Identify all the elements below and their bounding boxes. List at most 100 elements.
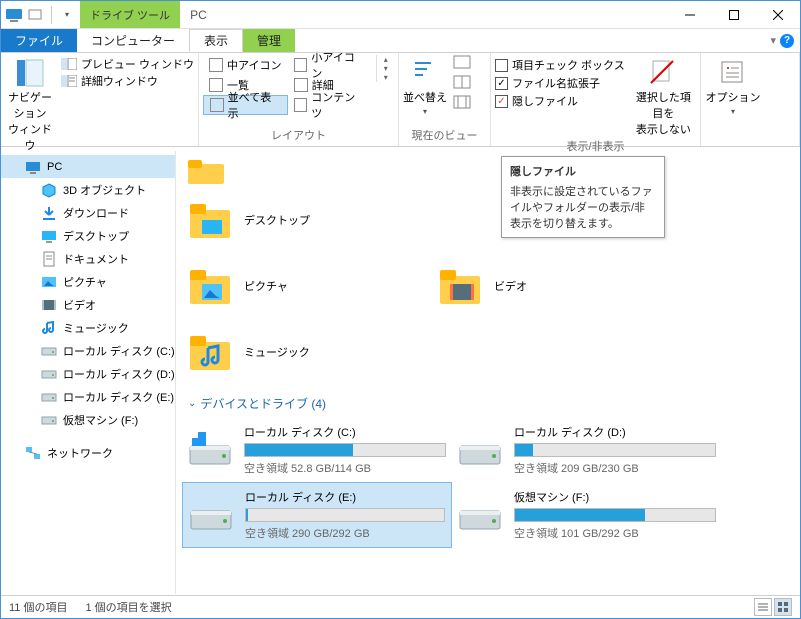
- desktop-icon: [41, 228, 57, 244]
- item-checkboxes-toggle[interactable]: 項目チェック ボックス: [495, 57, 625, 73]
- view-content[interactable]: コンテンツ: [288, 95, 371, 115]
- view-tiles[interactable]: 並べて表示: [203, 95, 288, 115]
- maximize-button[interactable]: [712, 1, 756, 29]
- nav-music[interactable]: ミュージック: [1, 316, 175, 339]
- qat-icon[interactable]: [27, 6, 45, 24]
- nav-local-d[interactable]: ローカル ディスク (D:): [1, 362, 175, 385]
- navigation-pane-button[interactable]: ナビゲーション ウィンドウ ▾: [5, 55, 55, 164]
- options-icon: [719, 59, 747, 87]
- tab-view[interactable]: 表示: [189, 29, 243, 52]
- divider: [51, 6, 52, 24]
- details-pane-button[interactable]: 詳細ウィンドウ: [61, 73, 194, 89]
- drive-tile[interactable]: ローカル ディスク (E:) 空き領域 290 GB/292 GB: [182, 482, 452, 548]
- nav-pc[interactable]: PC: [1, 155, 175, 178]
- drive-free-space: 空き領域 209 GB/230 GB: [514, 460, 716, 476]
- hidden-files-toggle[interactable]: 隠しファイル: [495, 93, 625, 109]
- nav-documents[interactable]: ドキュメント: [1, 247, 175, 270]
- folder-icon: [186, 328, 234, 376]
- picture-icon: [41, 274, 57, 290]
- drive-free-space: 空き領域 52.8 GB/114 GB: [244, 460, 446, 476]
- view-medium-icons[interactable]: 中アイコン: [203, 55, 288, 75]
- tab-manage[interactable]: 管理: [243, 29, 295, 52]
- drive-name: ローカル ディスク (D:): [514, 424, 716, 440]
- drive-usage-meter: [244, 443, 446, 457]
- nav-local-c[interactable]: ローカル ディスク (C:): [1, 339, 175, 362]
- drive-name: 仮想マシン (F:): [514, 489, 716, 505]
- window-title: PC: [180, 8, 207, 22]
- nav-videos[interactable]: ビデオ: [1, 293, 175, 316]
- folder-icon: [186, 196, 234, 244]
- pc-icon: [5, 6, 23, 24]
- nav-pictures[interactable]: ピクチャ: [1, 270, 175, 293]
- drive-icon: [458, 497, 502, 533]
- nav-3d-objects[interactable]: 3D オブジェクト: [1, 178, 175, 201]
- ribbon-group-label-layout: レイアウト: [203, 126, 394, 144]
- folder-tile-music[interactable]: ミュージック: [182, 319, 432, 385]
- tab-computer[interactable]: コンピューター: [77, 29, 189, 52]
- folder-tile[interactable]: [182, 157, 432, 187]
- document-icon: [41, 251, 57, 267]
- view-small-icons[interactable]: 小アイコン: [288, 55, 371, 75]
- status-view-details[interactable]: [754, 598, 772, 616]
- preview-pane-button[interactable]: プレビュー ウィンドウ: [61, 56, 194, 72]
- close-button[interactable]: [756, 1, 800, 29]
- nav-vm-f[interactable]: 仮想マシン (F:): [1, 408, 175, 431]
- drive-icon: [41, 343, 57, 359]
- status-selected-count: 1 個の項目を選択: [85, 599, 171, 615]
- ribbon-tabs: ファイル コンピューター 表示 管理 ▾ ?: [1, 29, 800, 53]
- network-icon: [25, 445, 41, 461]
- drive-usage-meter: [245, 508, 445, 522]
- status-item-count: 11 個の項目: [9, 599, 67, 615]
- music-icon: [41, 320, 57, 336]
- hide-selected-button[interactable]: 選択した項目を 表示しない: [631, 55, 696, 137]
- help-icon[interactable]: ?: [780, 34, 794, 48]
- drive-usage-meter: [514, 508, 716, 522]
- drive-icon: [41, 366, 57, 382]
- drive-tile[interactable]: ローカル ディスク (D:) 空き領域 209 GB/230 GB: [452, 418, 722, 482]
- chevron-down-icon: ⌄: [188, 398, 196, 409]
- drive-icon: [189, 497, 233, 533]
- nav-network[interactable]: ネットワーク: [1, 441, 175, 464]
- size-columns-icon[interactable]: [453, 95, 471, 113]
- options-button[interactable]: オプション ▾: [705, 55, 761, 116]
- content-area: デスクトップ ピクチャ ビデオ ミュージック ⌄ デバイスとドライブ (4) ロ…: [176, 151, 800, 594]
- contextual-tab-drive-tools[interactable]: ドライブ ツール: [80, 1, 180, 28]
- hide-selected-icon: [649, 59, 677, 87]
- drive-icon: [188, 432, 232, 468]
- add-columns-icon[interactable]: [453, 75, 471, 93]
- ribbon: ナビゲーション ウィンドウ ▾ プレビュー ウィンドウ 詳細ウィンドウ ペイン …: [1, 53, 800, 147]
- layout-gallery-scroll[interactable]: ▴▾▾: [376, 55, 394, 82]
- nav-local-e[interactable]: ローカル ディスク (E:): [1, 385, 175, 408]
- video-icon: [41, 297, 57, 313]
- tooltip-title: 隠しファイル: [510, 163, 656, 179]
- minimize-button[interactable]: [668, 1, 712, 29]
- sort-icon: [411, 59, 439, 87]
- folder-icon: [186, 262, 234, 310]
- navigation-pane-label: ナビゲーション ウィンドウ: [5, 89, 55, 153]
- details-pane-icon: [61, 73, 77, 89]
- tab-file[interactable]: ファイル: [1, 29, 77, 52]
- drive-name: ローカル ディスク (E:): [245, 489, 445, 505]
- qat-dropdown-icon[interactable]: ▾: [58, 6, 76, 24]
- cube-icon: [41, 182, 57, 198]
- file-extensions-toggle[interactable]: ファイル名拡張子: [495, 75, 625, 91]
- group-by-icon[interactable]: [453, 55, 471, 73]
- devices-section-header[interactable]: ⌄ デバイスとドライブ (4): [182, 385, 800, 418]
- drive-free-space: 空き領域 290 GB/292 GB: [245, 525, 445, 541]
- status-view-tiles[interactable]: [774, 598, 792, 616]
- pc-icon: [25, 159, 41, 175]
- folder-tile-pictures[interactable]: ピクチャ: [182, 253, 432, 319]
- drive-tile[interactable]: 仮想マシン (F:)空き領域 101 GB/292 GB: [452, 482, 722, 548]
- drive-usage-meter: [514, 443, 716, 457]
- drive-tile[interactable]: ローカル ディスク (C:) 空き領域 52.8 GB/114 GB: [182, 418, 452, 482]
- drive-name: ローカル ディスク (C:): [244, 424, 446, 440]
- preview-pane-icon: [61, 56, 77, 72]
- drive-icon: [41, 389, 57, 405]
- nav-downloads[interactable]: ダウンロード: [1, 201, 175, 224]
- ribbon-minimize-icon[interactable]: ▾: [770, 34, 776, 47]
- nav-desktop[interactable]: デスクトップ: [1, 224, 175, 247]
- tooltip-body: 非表示に設定されているファイルやフォルダーの表示/非表示を切り替えます。: [510, 183, 656, 231]
- sort-by-button[interactable]: 並べ替え ▾: [403, 55, 447, 116]
- folder-tile-desktop[interactable]: デスクトップ: [182, 187, 432, 253]
- folder-tile-videos[interactable]: ビデオ: [432, 253, 682, 319]
